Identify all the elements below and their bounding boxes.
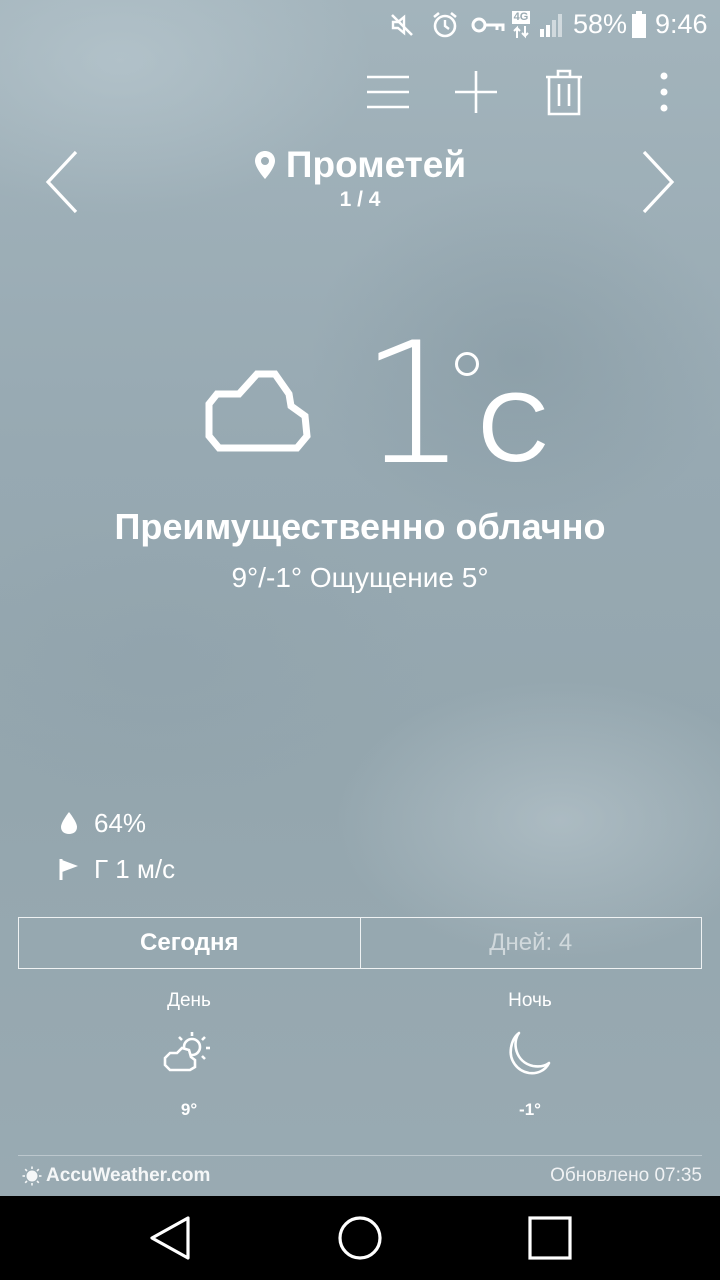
home-button[interactable] [320, 1208, 400, 1268]
network-label: 4G [511, 10, 531, 24]
forecast-night-temp: -1° [519, 1100, 541, 1119]
forecast-night-label: Ночь [508, 990, 552, 1011]
location-pin-icon [254, 151, 275, 179]
condition-text: Преимущественно облачно [114, 506, 606, 547]
wind-value: Г 1 м/с [94, 853, 176, 884]
mute-icon [386, 8, 418, 42]
home-circle-icon [338, 1216, 382, 1260]
footer-divider [18, 1155, 702, 1156]
chevron-left-icon [45, 150, 78, 214]
delete-location-button[interactable] [532, 62, 596, 122]
4g-icon: 4G [508, 8, 534, 42]
accuweather-link[interactable]: AccuWeather.com [22, 1163, 210, 1189]
wind-row: Г 1 м/с [58, 851, 175, 887]
forecast-day-label: День [167, 990, 211, 1011]
temperature-unit: C [478, 372, 549, 482]
system-navigation-bar [0, 1196, 720, 1280]
forecast-night: Ночь -1° [470, 990, 590, 1120]
tab-today[interactable]: Сегодня [19, 918, 361, 968]
humidity-row: 64% [58, 805, 146, 841]
back-triangle-icon [150, 1216, 190, 1260]
clock: 9:46 [655, 9, 708, 39]
updated-time: Обновлено 07:35 [550, 1165, 702, 1186]
back-button[interactable] [130, 1208, 210, 1268]
menu-button[interactable] [356, 62, 420, 122]
partly-sunny-icon [159, 1028, 219, 1078]
wind-flag-icon [58, 856, 80, 882]
forecast-day: День 9° [129, 990, 249, 1120]
accuweather-brand: AccuWeather.com [46, 1165, 211, 1186]
cloud-icon [205, 368, 311, 459]
alarm-icon [428, 8, 462, 42]
humidity-drop-icon [58, 810, 80, 836]
trash-icon [546, 69, 582, 116]
humidity-value: 64% [94, 807, 147, 838]
more-options-button[interactable] [632, 62, 696, 122]
add-icon [455, 71, 497, 113]
previous-location-button[interactable] [32, 140, 92, 224]
battery-percent: 58% [573, 9, 628, 39]
add-location-button[interactable] [444, 62, 508, 122]
recents-square-icon [528, 1216, 572, 1260]
chevron-right-icon [642, 150, 675, 214]
more-vert-icon [660, 72, 668, 112]
tab-days[interactable]: Дней: 4 [361, 918, 702, 968]
battery-icon [628, 8, 650, 42]
recents-button[interactable] [510, 1208, 590, 1268]
location-name: Прометей [285, 144, 467, 185]
forecast-day-temp: 9° [180, 1100, 198, 1119]
minmax-feels-like: 9°/-1° Ощущение 5° [231, 562, 489, 593]
moon-icon [500, 1028, 560, 1078]
status-bar: 4G 58% 9:46 [0, 0, 720, 50]
degree-symbol [455, 352, 479, 376]
next-location-button[interactable] [628, 140, 688, 224]
accuweather-sun-icon [22, 1166, 42, 1186]
current-temperature: 1 [360, 306, 467, 502]
vpn-key-icon [470, 8, 506, 42]
signal-icon [536, 8, 568, 42]
forecast-tabs: Сегодня Дней: 4 [18, 917, 702, 969]
menu-icon [367, 75, 409, 109]
page-indicator: 1 / 4 [339, 188, 381, 211]
location-header[interactable]: Прометей [160, 140, 560, 190]
